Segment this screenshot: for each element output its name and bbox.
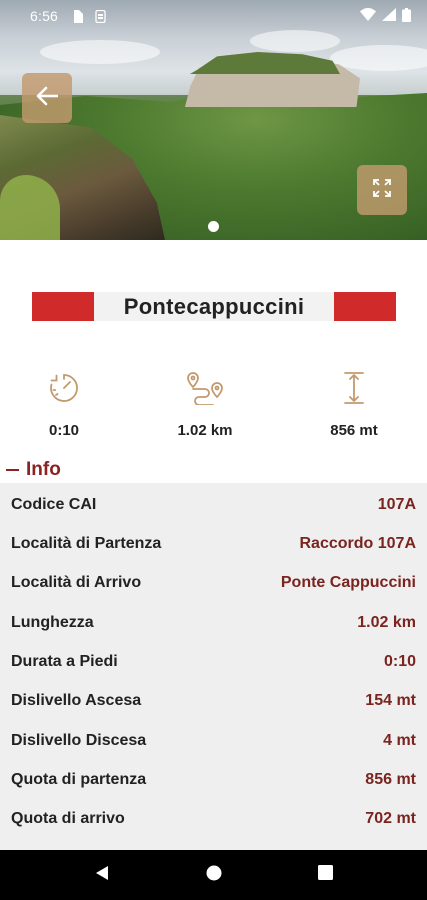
info-row-quota-arrivo: Quota di arrivo 702 mt	[0, 799, 427, 838]
info-table: Codice CAI 107A Località di Partenza Rac…	[0, 483, 427, 850]
info-row-lunghezza: Lunghezza 1.02 km	[0, 603, 427, 642]
stat-elevation-value: 856 mt	[330, 422, 378, 439]
info-value: 1.02 km	[357, 613, 416, 631]
wifi-icon	[360, 8, 376, 24]
signal-icon	[382, 8, 396, 24]
status-right-icons	[360, 7, 411, 25]
banner-red-right	[334, 292, 396, 321]
stat-elevation: 856 mt	[299, 368, 409, 439]
elevation-icon	[299, 368, 409, 408]
back-triangle-icon	[95, 865, 109, 886]
info-row-dislivello-ascesa: Dislivello Ascesa 154 mt	[0, 681, 427, 720]
storage-icon	[72, 9, 84, 23]
stopwatch-icon	[9, 368, 119, 408]
info-label: Località di Arrivo	[11, 573, 142, 591]
stat-duration: 0:10	[9, 368, 119, 439]
nav-recents-button[interactable]	[300, 850, 350, 900]
status-time: 6:56	[30, 8, 59, 24]
info-label: Quota di partenza	[11, 770, 147, 788]
collapse-minus-icon	[6, 469, 19, 471]
carousel-indicator-dot[interactable]	[208, 221, 219, 232]
stat-distance: 1.02 km	[150, 368, 260, 439]
route-icon	[150, 368, 260, 408]
hero-cloud	[250, 30, 340, 52]
info-label: Lunghezza	[11, 613, 94, 631]
back-button[interactable]	[22, 73, 72, 123]
arrow-left-icon	[36, 86, 59, 111]
stat-distance-value: 1.02 km	[177, 422, 233, 439]
sim-icon	[95, 9, 106, 23]
info-value: 154 mt	[365, 691, 416, 709]
info-label: Località di Partenza	[11, 534, 162, 552]
trail-title-banner: Pontecappuccini	[32, 292, 396, 321]
hero-cloud	[40, 40, 160, 64]
stat-duration-value: 0:10	[48, 422, 80, 439]
info-label: Codice CAI	[11, 495, 97, 513]
recents-square-icon	[317, 865, 333, 885]
info-value: 702 mt	[365, 809, 416, 827]
info-value: 107A	[377, 495, 416, 513]
fullscreen-button[interactable]	[357, 165, 407, 215]
info-label: Quota di arrivo	[11, 809, 125, 827]
info-row-quota-partenza: Quota di partenza 856 mt	[0, 760, 427, 799]
nav-home-button[interactable]	[189, 850, 239, 900]
info-header-label: Info	[26, 459, 61, 480]
info-row-localita-partenza: Località di Partenza Raccordo 107A	[0, 524, 427, 563]
info-row-durata: Durata a Piedi 0:10	[0, 642, 427, 681]
info-row-localita-arrivo: Località di Arrivo Ponte Cappuccini	[0, 563, 427, 602]
info-value: Ponte Cappuccini	[280, 573, 416, 591]
info-label: Durata a Piedi	[11, 652, 118, 670]
info-value: 0:10	[383, 652, 416, 670]
status-bar: 6:56	[0, 0, 427, 32]
trail-title: Pontecappuccini	[94, 292, 334, 321]
info-row-codice-cai: Codice CAI 107A	[0, 485, 427, 524]
info-label: Dislivello Ascesa	[11, 691, 142, 709]
info-section-header[interactable]: Info	[6, 457, 61, 483]
info-label: Dislivello Discesa	[11, 731, 147, 749]
nav-back-button[interactable]	[77, 850, 127, 900]
trail-stats: 0:10 1.02 km 856 mt	[0, 368, 427, 443]
info-value: Raccordo 107A	[299, 534, 417, 552]
info-value: 856 mt	[365, 770, 416, 788]
battery-icon	[402, 7, 411, 25]
banner-red-left	[32, 292, 94, 321]
fullscreen-icon	[372, 178, 392, 203]
info-row-dislivello-discesa: Dislivello Discesa 4 mt	[0, 721, 427, 760]
home-circle-icon	[206, 865, 222, 886]
system-nav-bar	[0, 850, 427, 900]
info-value: 4 mt	[383, 731, 416, 749]
